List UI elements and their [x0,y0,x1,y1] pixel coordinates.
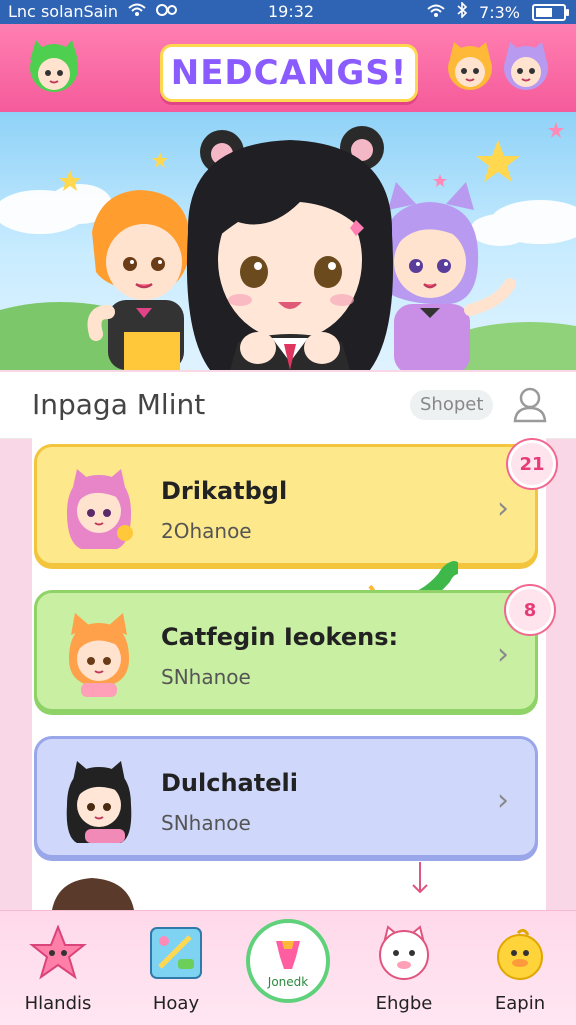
status-bar: Lnc solanSain 19:32 7:3% [0,0,576,24]
nav-label: Hoay [152,993,200,1014]
wifi-icon [427,3,445,22]
list-card[interactable]: Catfegin Ieokens: SNhanoe › [34,590,538,712]
partial-list-item-avatar-icon [48,876,138,914]
section-title: Inpaga Mlint [32,388,206,421]
notification-badge: 21 [508,440,556,488]
list-card[interactable]: Drikatbgl 2Ohanoe › [34,444,538,566]
nav-item-eapin[interactable]: Eapin [470,925,570,1014]
wifi-icon [128,2,146,21]
app-title-logo: NEDCANGS! [160,44,418,102]
card-subtitle: SNhanoe [161,665,251,689]
duck-icon [490,928,550,987]
bluetooth-icon [457,1,468,22]
battery-icon [532,3,569,21]
card-subtitle: SNhanoe [161,811,251,835]
scroll-down-arrow-icon [410,860,430,900]
section-header: Inpaga Mlint Shopet [0,372,576,439]
card-title: Catfegin Ieokens: [161,623,399,651]
nav-item-ehgbe[interactable]: Ehgbe [354,925,454,1014]
nav-item-jonedk[interactable]: Jonedk [246,919,330,1003]
chevron-right-icon: › [497,491,509,526]
center-gem-icon [268,933,308,977]
nav-label: Hlandis [24,993,92,1014]
shop-button[interactable]: Shopet [410,390,494,420]
card-title: Dulchateli [161,769,298,797]
list-card[interactable]: Dulchateli SNhanoe › [34,736,538,858]
notification-badge: 8 [506,586,554,634]
chevron-right-icon: › [497,783,509,818]
nav-item-hlandis[interactable]: Hlandis [8,924,108,1014]
star-bear-icon [28,924,88,987]
carrier-label: Lnc solanSain [8,2,118,21]
nav-item-hoay[interactable]: Hoay [126,925,226,1014]
status-time: 19:32 [268,2,315,21]
black-hair-avatar-icon [51,751,147,851]
card-title: Drikatbgl [161,477,288,505]
battery-percent: 7:3% [479,2,520,22]
nav-label: Jonedk [267,975,309,989]
orange-cat-mascot-icon[interactable] [444,40,496,96]
nav-label: Ehgbe [375,993,433,1014]
purple-cat-mascot-icon[interactable] [500,40,552,96]
green-cat-mascot-icon[interactable] [22,36,86,100]
cat-face-icon [374,925,434,987]
chevron-right-icon: › [497,637,509,672]
nav-label: Eapin [494,993,546,1014]
game-board-icon [148,927,204,987]
profile-icon[interactable] [510,384,550,428]
top-header: NEDCANGS! [0,24,576,112]
hero-banner[interactable] [0,112,576,370]
settings-icon [156,2,178,21]
battery-fill [536,7,552,17]
card-subtitle: 2Ohanoe [161,519,252,543]
pink-hair-avatar-icon [51,459,147,559]
bottom-nav: Hlandis Hoay Jonedk Ehgbe Eapin [0,910,576,1025]
orange-cat-avatar-icon [51,605,147,705]
